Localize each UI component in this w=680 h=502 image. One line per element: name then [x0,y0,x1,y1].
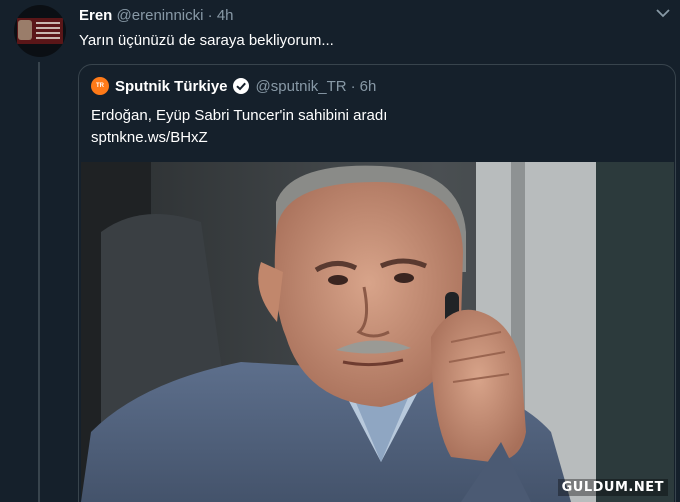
quoted-timestamp[interactable]: 6h [360,78,377,95]
avatar-face [18,20,32,40]
quoted-text: Erdoğan, Eyüp Sabri Tuncer'in sahibini a… [91,105,387,149]
tweet[interactable]: Eren @ereninnicki · 4h Yarın üçünüzü de … [0,0,680,502]
tweet-text: Yarın üçünüzü de saraya bekliyorum... [79,32,334,49]
avatar-line [36,22,60,24]
avatar-line [36,37,60,39]
watermark: GULDUM.NET [557,479,668,496]
sputnik-logo-icon: TR [91,77,109,95]
quoted-tweet[interactable]: TR Sputnik Türkiye @sputnik_TR · 6h Erdo… [78,64,676,502]
quoted-link[interactable]: sptnkne.ws/BHxZ [91,127,387,149]
display-name[interactable]: Eren [79,7,112,24]
timestamp[interactable]: 4h [217,7,234,24]
quoted-photo[interactable]: GULDUM.NET [81,162,674,502]
thread-line [38,62,40,502]
avatar[interactable] [14,5,66,57]
tweet-header: Eren @ereninnicki · 4h [79,7,234,24]
user-handle[interactable]: @ereninnicki [117,7,204,24]
quoted-headline: Erdoğan, Eyüp Sabri Tuncer'in sahibini a… [91,107,388,124]
quoted-display-name[interactable]: Sputnik Türkiye [115,78,228,95]
photo-illustration [81,162,674,502]
avatar-line [36,32,60,34]
chevron-down-icon[interactable] [654,4,672,22]
separator-dot: · [350,77,356,95]
quoted-header: TR Sputnik Türkiye @sputnik_TR · 6h [91,77,376,95]
avatar-line [36,27,60,29]
separator-dot: · [207,7,213,24]
quoted-user-handle[interactable]: @sputnik_TR [256,78,347,95]
verified-badge-icon [232,78,249,94]
